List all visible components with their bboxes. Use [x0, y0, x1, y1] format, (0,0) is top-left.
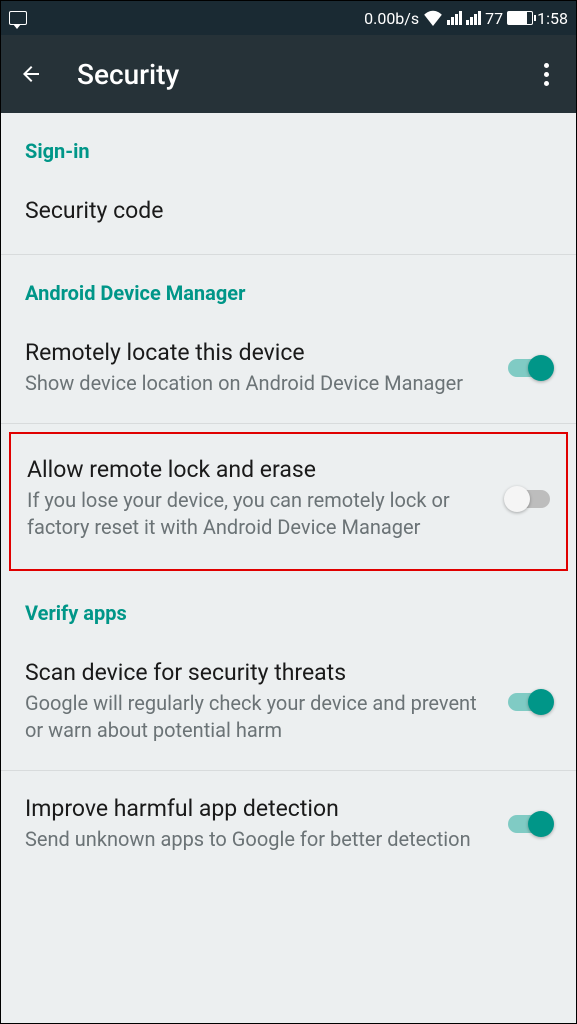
section-header-adm: Android Device Manager	[1, 255, 576, 315]
toggle-remote-locate[interactable]	[508, 359, 552, 377]
setting-title: Scan device for security threats	[25, 659, 492, 686]
setting-summary: Send unknown apps to Google for better d…	[25, 826, 492, 853]
toggle-remote-lock-erase[interactable]	[506, 490, 550, 508]
setting-improve-detection[interactable]: Improve harmful app detection Send unkno…	[1, 771, 576, 879]
setting-summary: Show device location on Android Device M…	[25, 370, 492, 397]
battery-percent: 77	[485, 9, 503, 28]
setting-remote-locate[interactable]: Remotely locate this device Show device …	[1, 315, 576, 424]
highlight-annotation: Allow remote lock and erase If you lose …	[9, 432, 568, 571]
section-header-verify: Verify apps	[1, 575, 576, 635]
page-title: Security	[77, 58, 534, 91]
status-bar: 0.00b/s 77 1:58	[1, 1, 576, 35]
setting-remote-lock-erase[interactable]: Allow remote lock and erase If you lose …	[11, 434, 566, 569]
setting-title: Improve harmful app detection	[25, 795, 492, 822]
toggle-scan-threats[interactable]	[508, 693, 552, 711]
overflow-menu-button[interactable]	[534, 63, 558, 86]
toggle-improve-detection[interactable]	[508, 815, 552, 833]
wifi-icon	[423, 10, 443, 26]
setting-summary: If you lose your device, you can remotel…	[27, 487, 490, 541]
data-rate: 0.00b/s	[364, 9, 419, 28]
sms-notification-icon	[9, 11, 27, 25]
setting-scan-threats[interactable]: Scan device for security threats Google …	[1, 635, 576, 771]
setting-security-code[interactable]: Security code	[1, 173, 576, 255]
section-header-sign-in: Sign-in	[1, 113, 576, 173]
app-bar: Security	[1, 35, 576, 113]
settings-content[interactable]: Sign-in Security code Android Device Man…	[1, 113, 576, 1023]
clock: 1:58	[537, 9, 568, 28]
signal-icon	[447, 11, 462, 25]
back-button[interactable]	[19, 62, 43, 86]
battery-icon	[507, 11, 533, 25]
setting-title: Security code	[25, 197, 552, 224]
signal-icon	[466, 11, 481, 25]
setting-summary: Google will regularly check your device …	[25, 690, 492, 744]
setting-title: Allow remote lock and erase	[27, 456, 490, 483]
setting-title: Remotely locate this device	[25, 339, 492, 366]
